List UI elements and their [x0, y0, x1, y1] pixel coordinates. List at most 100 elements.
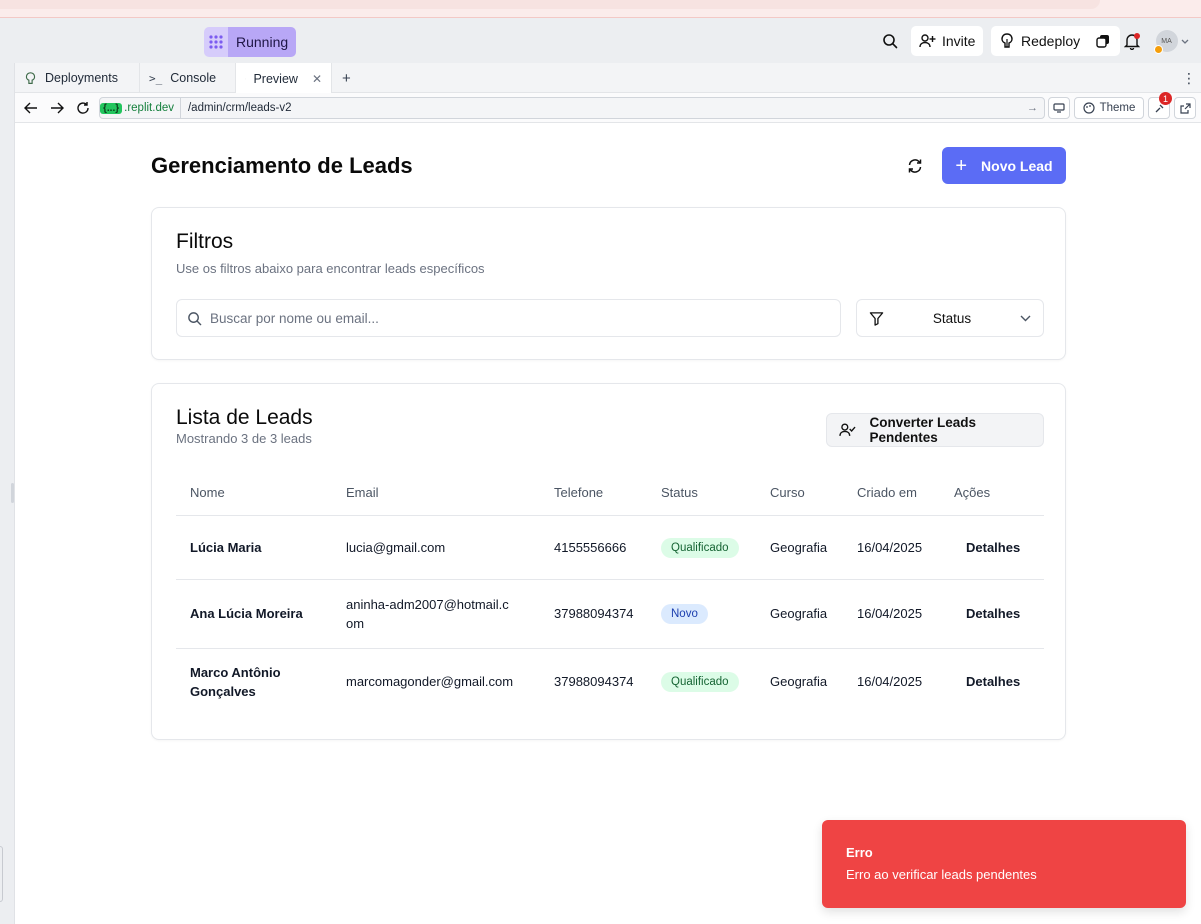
- filters-subtitle: Use os filtros abaixo para encontrar lea…: [176, 261, 485, 276]
- table-row[interactable]: Marco Antônio Gonçalves marcomagonder@gm…: [176, 648, 1044, 715]
- url-badge: {...}: [100, 102, 123, 114]
- deploy-icon: [1001, 33, 1013, 48]
- toast-title: Erro: [846, 845, 873, 860]
- status-select[interactable]: Status: [856, 299, 1044, 337]
- devtools-icon[interactable]: 1: [1148, 92, 1172, 119]
- search-icon[interactable]: [878, 29, 902, 53]
- search-input[interactable]: [210, 310, 810, 326]
- banner-strip: [0, 0, 1100, 9]
- search-field[interactable]: [176, 299, 841, 337]
- leads-table: Nome Email Telefone Status Curso Criado …: [176, 471, 1044, 715]
- lead-name: Marco Antônio Gonçalves: [190, 664, 281, 699]
- invite-label: Invite: [942, 33, 976, 49]
- page-title: Gerenciamento de Leads: [151, 153, 413, 178]
- avatar-initials: MA: [1161, 37, 1172, 45]
- column-header-curso[interactable]: Curso: [756, 471, 843, 516]
- avatar-menu[interactable]: MA: [1152, 29, 1192, 54]
- publish-split-icon[interactable]: [1094, 32, 1112, 50]
- lead-name: Ana Lúcia Moreira: [176, 579, 332, 649]
- avatar: MA: [1153, 30, 1178, 54]
- filters-title: Filtros: [176, 230, 234, 253]
- table-header-row: Nome Email Telefone Status Curso Criado …: [176, 471, 1044, 516]
- column-header-criado[interactable]: Criado em: [843, 471, 940, 516]
- top-banner: [0, 0, 1201, 17]
- error-toast[interactable]: Erro Erro ao verificar leads pendentes: [822, 820, 1186, 908]
- table-row[interactable]: Ana Lúcia Moreira aninha-adm2007@hotmail…: [176, 579, 1044, 649]
- lead-email: marcomagonder@gmail.com: [346, 674, 514, 690]
- lead-course: Geografia: [756, 579, 843, 649]
- column-header-email[interactable]: Email: [332, 471, 540, 516]
- theme-label: Theme: [1099, 102, 1136, 114]
- go-arrow-icon[interactable]: →: [1027, 102, 1038, 114]
- bell-icon[interactable]: [1120, 29, 1144, 53]
- palette-icon: [1082, 102, 1095, 114]
- theme-button[interactable]: Theme: [1074, 97, 1144, 119]
- details-button[interactable]: Detalhes: [940, 579, 1044, 649]
- filters-card: Filtros Use os filtros abaixo para encon…: [151, 207, 1066, 360]
- forward-icon[interactable]: [47, 98, 67, 118]
- toast-message: Erro ao verificar leads pendentes: [846, 867, 1037, 882]
- resize-handle[interactable]: [11, 483, 14, 503]
- chevron-down-icon: [1020, 315, 1031, 321]
- devices-icon[interactable]: [1048, 97, 1070, 119]
- url-field[interactable]: {...} .replit.dev /admin/crm/leads-v2 →: [99, 97, 1045, 119]
- status-badge: Qualificado: [661, 537, 739, 558]
- side-panel-edge: [0, 846, 3, 902]
- details-button[interactable]: Detalhes: [940, 648, 1044, 715]
- tab-console[interactable]: >_ Console: [140, 63, 236, 93]
- tab-preview[interactable]: Preview ✕: [236, 63, 332, 94]
- grid-icon: [204, 27, 228, 57]
- plus-icon: +: [955, 154, 968, 177]
- redeploy-button[interactable]: Redeploy: [991, 26, 1121, 56]
- run-status-pill[interactable]: Running: [204, 27, 297, 57]
- lead-created: 16/04/2025: [843, 515, 940, 580]
- new-lead-button[interactable]: + Novo Lead: [942, 147, 1066, 184]
- tab-deployments[interactable]: Deployments: [15, 63, 140, 93]
- lead-status-cell: Qualificado: [647, 648, 756, 715]
- status-badge: Novo: [661, 604, 708, 624]
- leads-card: Lista de Leads Mostrando 3 de 3 leads Co…: [151, 383, 1066, 740]
- details-button[interactable]: Detalhes: [940, 515, 1044, 580]
- run-status-label: Running: [228, 27, 297, 57]
- preview-address-bar: {...} .replit.dev /admin/crm/leads-v2 → …: [15, 92, 1201, 123]
- url-host-text: .replit.dev: [124, 102, 174, 114]
- invite-button[interactable]: Invite: [911, 26, 984, 56]
- lead-phone: 37988094374: [540, 579, 647, 649]
- open-new-tab-icon[interactable]: [1174, 97, 1196, 119]
- user-check-icon: [839, 423, 856, 436]
- redeploy-label: Redeploy: [1021, 33, 1081, 49]
- url-host: {...} .replit.dev: [100, 98, 181, 118]
- column-header-telefone[interactable]: Telefone: [540, 471, 647, 516]
- column-header-status[interactable]: Status: [647, 471, 756, 516]
- convert-leads-label: Converter Leads Pendentes: [869, 415, 977, 445]
- table-row[interactable]: Lúcia Maria lucia@gmail.com 4155556666 Q…: [176, 515, 1044, 580]
- search-icon: [188, 311, 202, 325]
- column-header-nome[interactable]: Nome: [176, 471, 332, 516]
- add-tab-icon[interactable]: +: [333, 63, 357, 93]
- url-path: /admin/crm/leads-v2: [187, 102, 292, 114]
- leads-title: Lista de Leads: [176, 406, 313, 429]
- deploy-icon: [25, 71, 36, 84]
- more-options-icon[interactable]: ⋮: [1173, 63, 1197, 93]
- refresh-icon[interactable]: [903, 154, 927, 178]
- lead-created: 16/04/2025: [843, 579, 940, 649]
- lead-name: Lúcia Maria: [176, 515, 332, 580]
- column-header-acoes: Ações: [940, 471, 1044, 516]
- lead-course: Geografia: [756, 515, 843, 580]
- status-select-label: Status: [932, 310, 972, 326]
- lead-created: 16/04/2025: [857, 674, 923, 690]
- add-user-icon: [919, 34, 936, 48]
- lead-course: Geografia: [770, 674, 828, 690]
- convert-leads-button[interactable]: Converter Leads Pendentes: [826, 413, 1044, 447]
- tab-label: Console: [170, 71, 217, 85]
- workspace-tabbar: Deployments >_ Console Preview ✕ + ⋮: [15, 63, 1201, 94]
- back-icon[interactable]: [21, 98, 41, 118]
- new-lead-label: Novo Lead: [981, 157, 1053, 174]
- terminal-icon: >_: [149, 71, 163, 85]
- avatar-status-dot: [1153, 45, 1163, 54]
- reload-icon[interactable]: [73, 98, 93, 118]
- leads-count: Mostrando 3 de 3 leads: [176, 431, 312, 446]
- ide-topbar: Running Invite Redeploy MA: [0, 17, 1201, 63]
- close-icon[interactable]: ✕: [312, 72, 322, 86]
- status-badge: Qualificado: [661, 672, 739, 693]
